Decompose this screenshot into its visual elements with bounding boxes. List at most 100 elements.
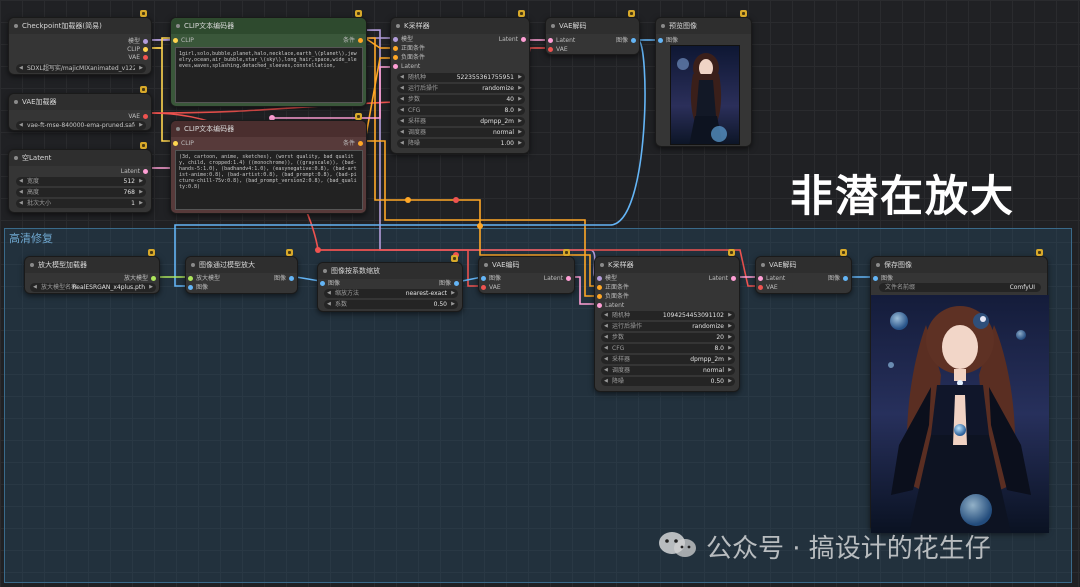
output-image[interactable]: 图像	[274, 274, 297, 283]
node-ksampler-2[interactable]: K采样器 模型 正面条件 负面条件 Latent Latent ◀ 随机种 1094…	[594, 249, 740, 392]
input-image[interactable]: 图像	[655, 36, 678, 45]
arrow-left-icon[interactable]: ◀	[400, 84, 404, 93]
arrow-left-icon[interactable]: ◀	[604, 366, 608, 375]
arrow-right-icon[interactable]: ▶	[139, 121, 143, 130]
seed-widget[interactable]: ◀ 随机种 522355361755951 ▶	[397, 73, 525, 82]
input-negative[interactable]: 负面条件	[594, 292, 629, 301]
input-vae[interactable]: VAE	[755, 283, 778, 292]
arrow-right-icon[interactable]: ▶	[518, 117, 522, 126]
input-latent[interactable]: Latent	[594, 301, 624, 310]
prompt-text-positive[interactable]: 1girl,solo,bubble,planet,halo,necklace,e…	[175, 47, 363, 103]
arrow-right-icon[interactable]: ▶	[451, 289, 455, 298]
arrow-left-icon[interactable]: ◀	[33, 283, 37, 292]
node-vae-loader[interactable]: VAE加载器 VAE ◀ vae-ft-mse-840000-ema-pruned…	[8, 86, 152, 131]
arrow-left-icon[interactable]: ◀	[604, 333, 608, 342]
arrow-left-icon[interactable]: ◀	[19, 64, 23, 73]
output-latent[interactable]: Latent	[544, 274, 574, 283]
input-clip[interactable]: CLIP	[170, 36, 194, 45]
input-latent[interactable]: Latent	[390, 62, 420, 71]
arrow-right-icon[interactable]: ▶	[518, 73, 522, 82]
node-vae-encode[interactable]: VAE编码 图像 VAE Latent	[478, 249, 575, 294]
input-positive[interactable]: 正面条件	[390, 44, 425, 53]
input-vae[interactable]: VAE	[478, 283, 501, 292]
arrow-left-icon[interactable]: ◀	[400, 95, 404, 104]
output-vae[interactable]: VAE	[128, 112, 151, 121]
arrow-right-icon[interactable]: ▶	[728, 344, 732, 353]
arrow-right-icon[interactable]: ▶	[518, 95, 522, 104]
output-latent[interactable]: Latent	[121, 167, 151, 176]
node-vae-decode-1[interactable]: VAE解码 Latent VAE 图像	[545, 10, 640, 55]
arrow-right-icon[interactable]: ▶	[518, 84, 522, 93]
input-vae[interactable]: VAE	[545, 45, 568, 54]
arrow-right-icon[interactable]: ▶	[139, 199, 143, 208]
cfg-widget[interactable]: ◀ CFG 8.0 ▶	[601, 344, 735, 353]
filename-prefix-widget[interactable]: 文件名前缀 ComfyUI	[879, 283, 1041, 292]
arrow-right-icon[interactable]: ▶	[728, 333, 732, 342]
input-image[interactable]: 图像	[185, 283, 208, 292]
node-image-upscale-with-model[interactable]: 图像通过模型放大 放大模型 图像 图像	[185, 249, 298, 294]
arrow-left-icon[interactable]: ◀	[19, 177, 23, 186]
output-latent[interactable]: Latent	[709, 274, 739, 283]
batch-size-widget[interactable]: ◀ 批次大小 1 ▶	[16, 199, 146, 208]
steps-widget[interactable]: ◀ 步数 20 ▶	[601, 333, 735, 342]
node-empty-latent[interactable]: 空Latent Latent ◀ 宽度 512 ▶ ◀ 高度 768 ▶ ◀ 批次大小 1 ▶	[8, 142, 152, 213]
arrow-left-icon[interactable]: ◀	[400, 128, 404, 137]
input-positive[interactable]: 正面条件	[594, 283, 629, 292]
arrow-left-icon[interactable]: ◀	[604, 322, 608, 331]
arrow-left-icon[interactable]: ◀	[604, 355, 608, 364]
scale-by-widget[interactable]: ◀ 系数 0.50 ▶	[324, 300, 458, 309]
scheduler-widget[interactable]: ◀ 调度器 normal ▶	[601, 366, 735, 375]
node-save-image[interactable]: 保存图像 图像 文件名前缀 ComfyUI	[870, 249, 1049, 533]
arrow-left-icon[interactable]: ◀	[400, 117, 404, 126]
scheduler-widget[interactable]: ◀ 调度器 normal ▶	[397, 128, 525, 137]
steps-widget[interactable]: ◀ 步数 40 ▶	[397, 95, 525, 104]
input-image[interactable]: 图像	[870, 274, 893, 283]
node-upscale-model-loader[interactable]: 放大模型加载器 放大模型 ◀ 放大模型名称 RealESRGAN_x4plus.pt…	[24, 249, 160, 294]
prompt-text-negative[interactable]: (3d, cartoon, anime, sketches), (worst q…	[175, 150, 363, 210]
denoise-widget[interactable]: ◀ 降噪 1.00 ▶	[397, 139, 525, 148]
width-widget[interactable]: ◀ 宽度 512 ▶	[16, 177, 146, 186]
node-ksampler-1[interactable]: K采样器 模型 正面条件 负面条件 Latent Latent ◀ 随机种 5223…	[390, 10, 530, 154]
node-clip-text-positive[interactable]: CLIP文本编码器 CLIP 条件 1girl,solo,bubble,plan…	[170, 10, 367, 107]
denoise-widget[interactable]: ◀ 降噪 0.50 ▶	[601, 377, 735, 386]
input-clip[interactable]: CLIP	[170, 139, 194, 148]
arrow-left-icon[interactable]: ◀	[400, 106, 404, 115]
arrow-right-icon[interactable]: ▶	[149, 283, 153, 292]
node-vae-decode-2[interactable]: VAE解码 Latent VAE 图像	[755, 249, 852, 294]
arrow-right-icon[interactable]: ▶	[139, 177, 143, 186]
sampler-widget[interactable]: ◀ 采样器 dpmpp_2m ▶	[601, 355, 735, 364]
arrow-left-icon[interactable]: ◀	[400, 139, 404, 148]
arrow-left-icon[interactable]: ◀	[327, 289, 331, 298]
arrow-left-icon[interactable]: ◀	[19, 199, 23, 208]
node-preview-image[interactable]: 预览图像 图像	[655, 10, 752, 147]
input-model[interactable]: 模型	[390, 35, 413, 44]
arrow-left-icon[interactable]: ◀	[604, 344, 608, 353]
output-vae[interactable]: VAE	[128, 53, 151, 62]
output-latent[interactable]: Latent	[499, 35, 529, 44]
seed-widget[interactable]: ◀ 随机种 1094254453091102 ▶	[601, 311, 735, 320]
output-conditioning[interactable]: 条件	[343, 139, 366, 148]
output-upscale-model[interactable]: 放大模型	[124, 274, 159, 283]
input-negative[interactable]: 负面条件	[390, 53, 425, 62]
arrow-left-icon[interactable]: ◀	[400, 73, 404, 82]
input-upscale-model[interactable]: 放大模型	[185, 274, 220, 283]
arrow-right-icon[interactable]: ▶	[728, 377, 732, 386]
arrow-right-icon[interactable]: ▶	[728, 355, 732, 364]
input-image[interactable]: 图像	[317, 279, 340, 288]
control-after-generate-widget[interactable]: ◀ 运行后操作 randomize ▶	[601, 322, 735, 331]
node-clip-text-negative[interactable]: CLIP文本编码器 CLIP 条件 (3d, cartoon, anime, s…	[170, 113, 367, 214]
arrow-left-icon[interactable]: ◀	[19, 188, 23, 197]
upscale-model-combo[interactable]: ◀ 放大模型名称 RealESRGAN_x4plus.pth ▶	[30, 283, 156, 292]
arrow-right-icon[interactable]: ▶	[451, 300, 455, 309]
arrow-right-icon[interactable]: ▶	[518, 106, 522, 115]
node-image-scale-by[interactable]: 图像按系数缩放 图像 图像 ◀ 缩放方法 nearest-exact ▶ ◀ 系数 0.5…	[317, 255, 463, 312]
height-widget[interactable]: ◀ 高度 768 ▶	[16, 188, 146, 197]
sampler-widget[interactable]: ◀ 采样器 dpmpp_2m ▶	[397, 117, 525, 126]
arrow-left-icon[interactable]: ◀	[604, 311, 608, 320]
output-image[interactable]: 图像	[439, 279, 462, 288]
arrow-right-icon[interactable]: ▶	[518, 139, 522, 148]
cfg-widget[interactable]: ◀ CFG 8.0 ▶	[397, 106, 525, 115]
upscale-method-widget[interactable]: ◀ 缩放方法 nearest-exact ▶	[324, 289, 458, 298]
ckpt-name-combo[interactable]: ◀ SDXL超写实/majicMIXanimated_v122.safetenso…	[16, 64, 146, 73]
arrow-left-icon[interactable]: ◀	[604, 377, 608, 386]
